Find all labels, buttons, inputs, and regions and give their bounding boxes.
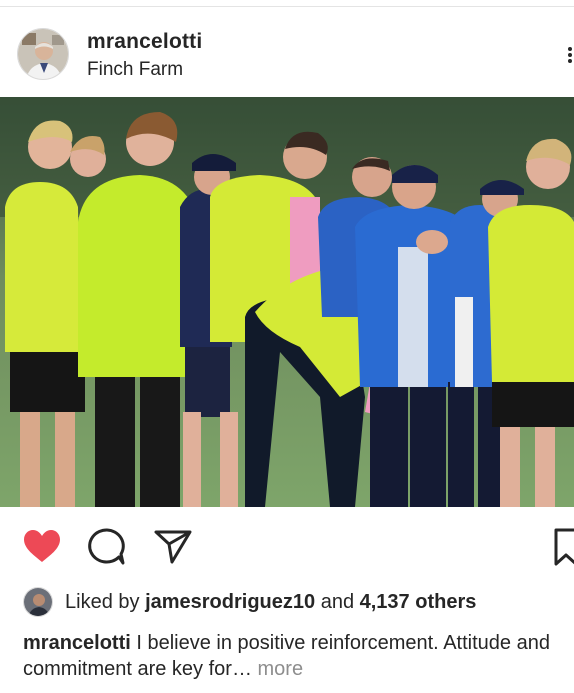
action-bar	[0, 522, 574, 570]
post-header: mrancelotti Finch Farm	[0, 20, 574, 90]
heart-filled-icon[interactable]	[21, 526, 63, 568]
liker-username[interactable]: jamesrodriguez10	[145, 591, 315, 614]
caption-username[interactable]: mrancelotti	[23, 632, 131, 654]
likes-connector: and	[315, 590, 360, 613]
post-username[interactable]: mrancelotti	[87, 30, 202, 54]
more-options-icon[interactable]	[564, 45, 574, 65]
likes-summary: Liked by jamesrodriguez10 and 4,137 othe…	[23, 587, 476, 617]
comment-icon[interactable]	[86, 526, 128, 568]
profile-avatar[interactable]	[17, 28, 69, 80]
bookmark-icon[interactable]	[552, 526, 574, 568]
likes-count[interactable]: 4,137 others	[360, 591, 477, 614]
liker-avatar[interactable]	[23, 587, 53, 617]
caption-more-link[interactable]: more	[258, 658, 304, 680]
likes-prefix: Liked by	[65, 590, 146, 613]
post-caption: mrancelotti I believe in positive reinfo…	[23, 630, 563, 682]
send-icon[interactable]	[152, 526, 194, 568]
top-divider	[0, 6, 574, 7]
post-location[interactable]: Finch Farm	[87, 59, 183, 81]
post-photo[interactable]	[0, 97, 574, 507]
